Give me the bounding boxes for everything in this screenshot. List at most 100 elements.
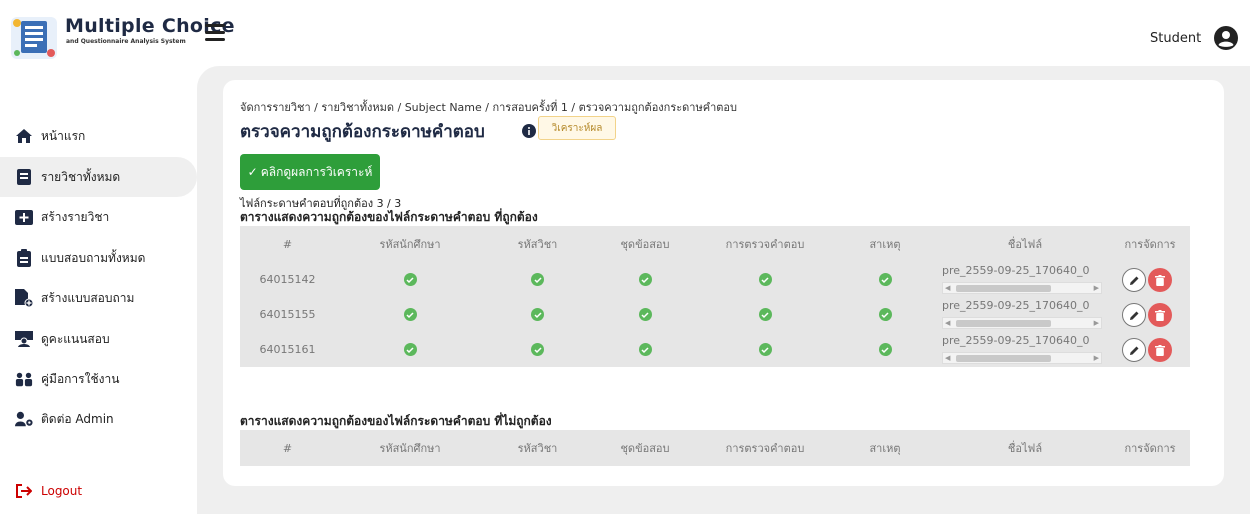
column-header: การจัดการ — [1124, 238, 1176, 251]
column-header: # — [282, 237, 293, 251]
info-icon[interactable] — [522, 124, 536, 138]
edit-button[interactable] — [1122, 303, 1146, 327]
brand-subtitle: and Questionnaire Analysis System — [66, 38, 186, 45]
edit-button[interactable] — [1122, 268, 1146, 292]
sidebar-item-view-scores[interactable]: ดูคะแนนสอบ — [0, 319, 197, 359]
sidebar-item-label: ดูคะแนนสอบ — [41, 331, 110, 346]
hamburger-menu-icon[interactable] — [205, 24, 225, 41]
sidebar-item-create-subject[interactable]: สร้างรายวิชา — [0, 197, 197, 237]
check-icon: ✓ — [247, 165, 258, 179]
breadcrumb: จัดการรายวิชา / รายวิชาทั้งหมด / Subject… — [240, 101, 737, 114]
student-id: 64015142 — [259, 273, 316, 286]
trash-icon — [1155, 344, 1165, 356]
column-header: การตรวจคำตอบ — [725, 238, 805, 251]
table-header: # รหัสนักศึกษา รหัสวิชา ชุดข้อสอบ การตรว… — [240, 430, 1190, 466]
logout-icon — [15, 482, 33, 500]
page-title: ตรวจความถูกต้องกระดาษคำตอบ — [240, 122, 485, 142]
filename: pre_2559-09-25_170640_0 — [942, 299, 1090, 312]
horizontal-scrollbar[interactable]: ◀ ▶ — [942, 282, 1102, 294]
user-gear-icon — [15, 410, 33, 428]
sidebar-item-label: คู่มือการใช้งาน — [41, 371, 120, 386]
column-header: ชุดข้อสอบ — [620, 238, 670, 251]
check-circle-icon — [638, 273, 652, 286]
horizontal-scrollbar[interactable]: ◀ ▶ — [942, 352, 1102, 364]
check-circle-icon — [403, 343, 417, 356]
sidebar-item-label: หน้าแรก — [41, 128, 86, 143]
student-id: 64015155 — [259, 308, 316, 321]
column-header: ชุดข้อสอบ — [620, 442, 670, 455]
check-circle-icon — [531, 308, 544, 321]
horizontal-scrollbar[interactable]: ◀ ▶ — [942, 317, 1102, 329]
book-icon — [15, 168, 33, 186]
filename: pre_2559-09-25_170640_0 — [942, 264, 1090, 277]
table-header: # รหัสนักศึกษา รหัสวิชา ชุดข้อสอบ การตรว… — [240, 226, 1190, 262]
incorrect-files-table: # รหัสนักศึกษา รหัสวิชา ชุดข้อสอบ การตรว… — [240, 430, 1190, 466]
teacher-icon — [15, 330, 33, 348]
sidebar-item-label: ติดต่อ Admin — [41, 411, 114, 426]
home-icon — [15, 127, 33, 145]
column-header: รหัสนักศึกษา — [379, 238, 441, 251]
file-add-icon — [15, 289, 33, 307]
check-circle-icon — [531, 343, 544, 356]
sidebar-item-create-questionnaire[interactable]: สร้างแบบสอบถาม — [0, 278, 197, 318]
logout-button[interactable]: Logout — [0, 471, 197, 511]
sidebar-item-all-subjects[interactable]: รายวิชาทั้งหมด — [0, 157, 197, 197]
check-circle-icon — [638, 343, 652, 356]
check-circle-icon — [758, 273, 772, 286]
sidebar-item-user-manual[interactable]: คู่มือการใช้งาน — [0, 359, 197, 399]
column-header: รหัสวิชา — [517, 238, 558, 251]
check-circle-icon — [878, 308, 892, 321]
delete-button[interactable] — [1148, 303, 1172, 327]
sidebar-item-label: รายวิชาทั้งหมด — [41, 169, 121, 184]
column-header: สาเหตุ — [869, 442, 901, 455]
trash-icon — [1155, 274, 1165, 286]
content-card: จัดการรายวิชา / รายวิชาทั้งหมด / Subject… — [223, 80, 1224, 486]
column-header: การจัดการ — [1124, 442, 1176, 455]
pencil-icon — [1129, 311, 1138, 320]
view-analysis-result-button[interactable]: ✓ คลิกดูผลการวิเคราะห์ — [240, 154, 380, 190]
column-header: รหัสวิชา — [517, 442, 558, 455]
clipboard-icon — [15, 249, 33, 267]
incorrect-table-title: ตารางแสดงความถูกต้องของไฟล์กระดาษคำตอบ ท… — [240, 414, 552, 428]
user-avatar-icon[interactable] — [1214, 26, 1238, 50]
table-row: 64015142 pre_2559-09-25_170640_0 ◀ ▶ — [240, 262, 1190, 297]
pencil-icon — [1129, 346, 1138, 355]
check-circle-icon — [403, 273, 417, 286]
student-id: 64015161 — [259, 343, 316, 356]
analyze-button[interactable]: วิเคราะห์ผล — [538, 116, 616, 140]
column-header: รหัสนักศึกษา — [379, 442, 441, 455]
top-header: Multiple Choice and Questionnaire Analys… — [0, 0, 1250, 66]
people-icon — [15, 370, 33, 388]
app-logo-icon — [11, 17, 57, 59]
filename-cell: pre_2559-09-25_170640_0 ◀ ▶ — [942, 264, 1102, 296]
column-header: การตรวจคำตอบ — [725, 442, 805, 455]
check-circle-icon — [531, 273, 544, 286]
trash-icon — [1155, 309, 1165, 321]
column-header: ชื่อไฟล์ — [1007, 442, 1043, 455]
check-circle-icon — [878, 273, 892, 286]
logout-label: Logout — [41, 484, 83, 498]
table-row: 64015155 pre_2559-09-25_170640_0 ◀ ▶ — [240, 297, 1190, 332]
column-header: ชื่อไฟล์ — [1007, 238, 1043, 251]
delete-button[interactable] — [1148, 338, 1172, 362]
column-header: สาเหตุ — [869, 238, 901, 251]
filename: pre_2559-09-25_170640_0 — [942, 334, 1090, 347]
view-analysis-result-label: คลิกดูผลการวิเคราะห์ — [260, 164, 373, 179]
sidebar-item-label: สร้างแบบสอบถาม — [41, 290, 135, 305]
sidebar-item-contact-admin[interactable]: ติดต่อ Admin — [0, 399, 197, 439]
sidebar-item-home[interactable]: หน้าแรก — [0, 116, 197, 156]
delete-button[interactable] — [1148, 268, 1172, 292]
check-circle-icon — [638, 308, 652, 321]
check-circle-icon — [758, 343, 772, 356]
correct-table-title: ตารางแสดงความถูกต้องของไฟล์กระดาษคำตอบ ท… — [240, 210, 538, 224]
check-circle-icon — [878, 343, 892, 356]
pencil-icon — [1129, 276, 1138, 285]
sidebar-item-all-questionnaires[interactable]: แบบสอบถามทั้งหมด — [0, 238, 197, 278]
column-header: # — [282, 441, 293, 455]
edit-button[interactable] — [1122, 338, 1146, 362]
filename-cell: pre_2559-09-25_170640_0 ◀ ▶ — [942, 334, 1102, 366]
add-box-icon — [15, 208, 33, 226]
sidebar-item-label: แบบสอบถามทั้งหมด — [41, 250, 146, 265]
correct-files-table: # รหัสนักศึกษา รหัสวิชา ชุดข้อสอบ การตรว… — [240, 226, 1190, 367]
sidebar: หน้าแรก รายวิชาทั้งหมด สร้างรายวิชา แบบส… — [0, 66, 197, 514]
